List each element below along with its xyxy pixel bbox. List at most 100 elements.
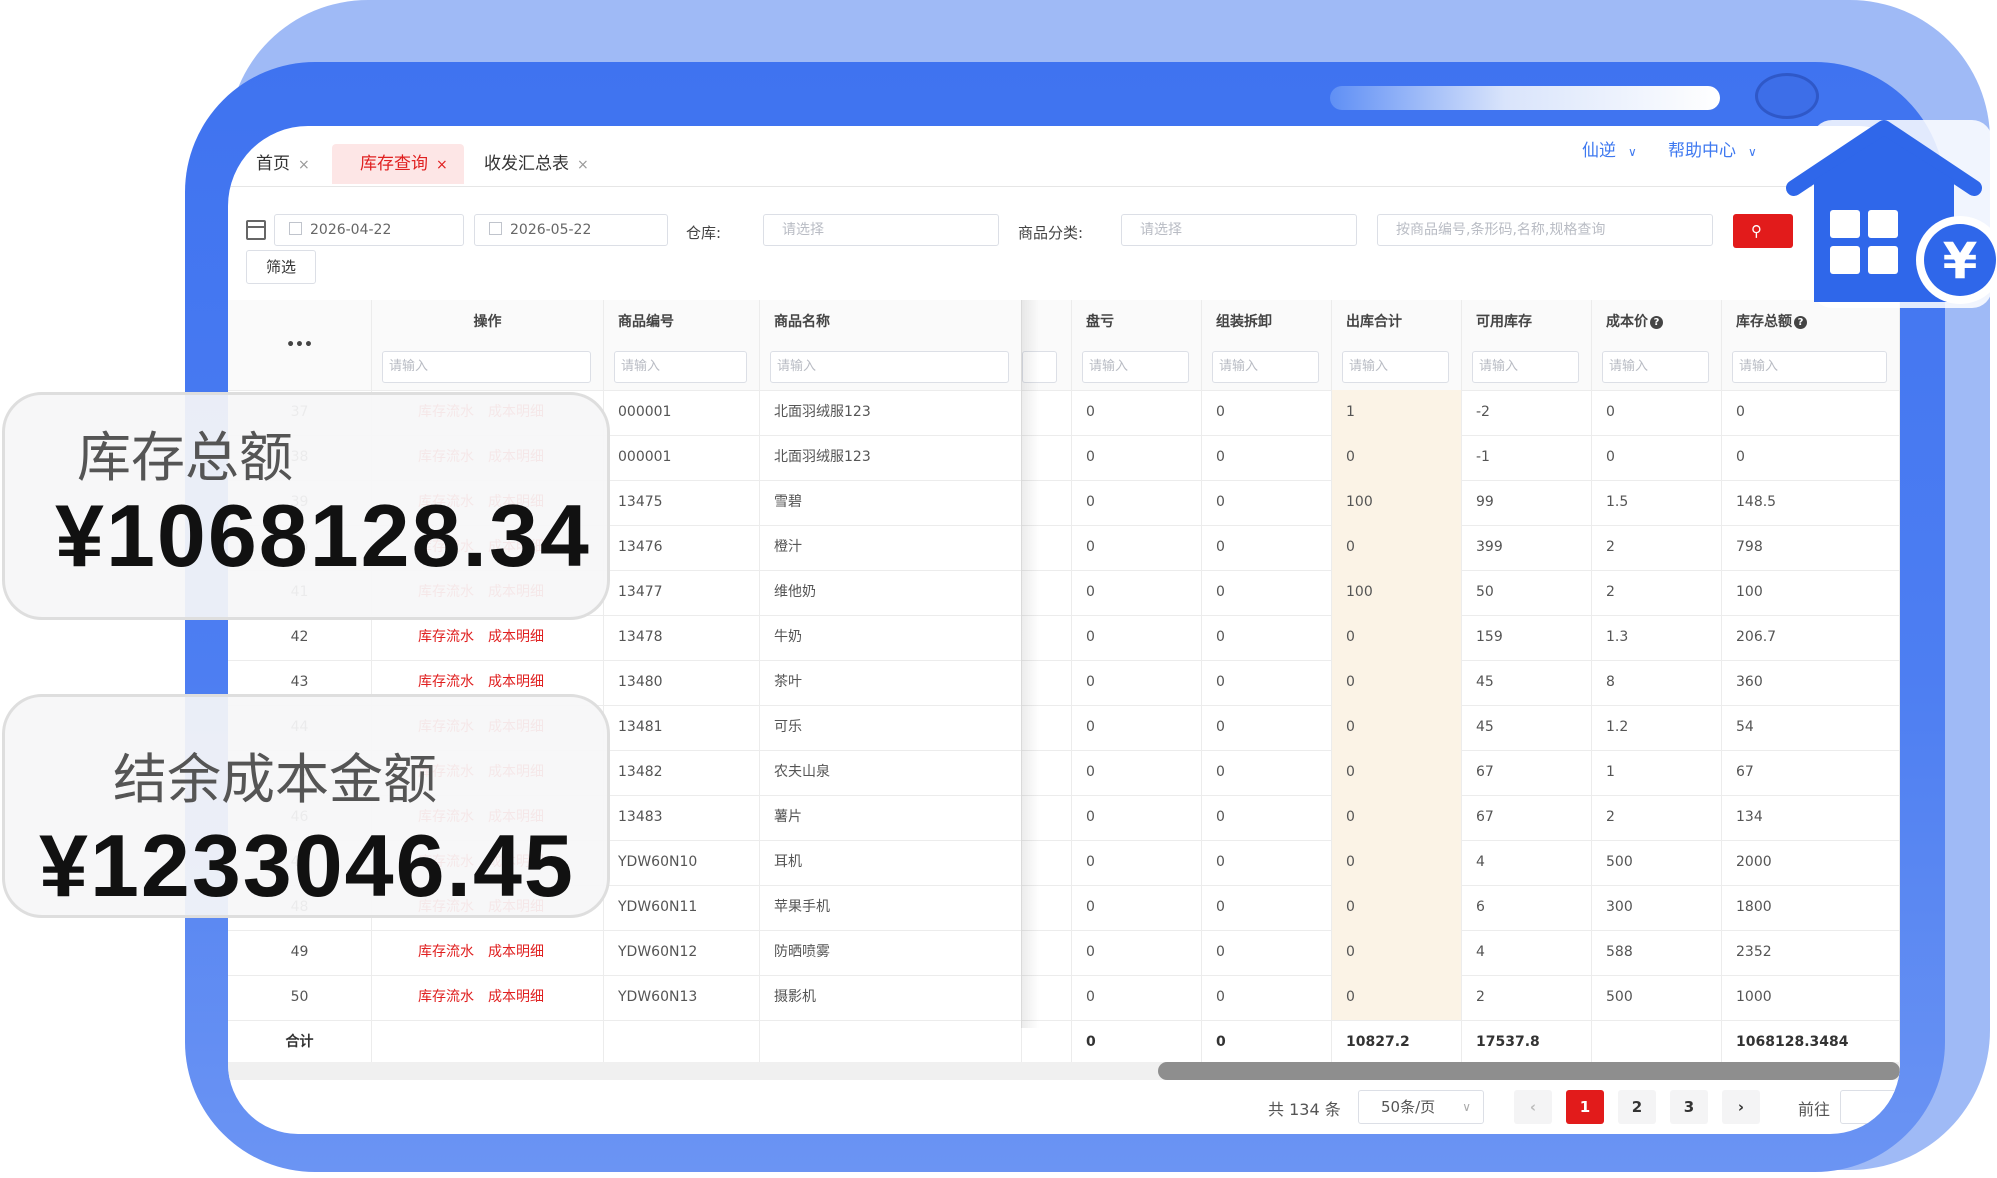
cost-detail-link[interactable]: 成本明细 — [488, 674, 544, 690]
total-cell-assembly: 0 — [1202, 1020, 1332, 1065]
page-1-button[interactable]: 1 — [1566, 1090, 1604, 1124]
goto-page-input[interactable] — [1840, 1090, 1900, 1124]
cell-total_value: 54 — [1722, 705, 1900, 750]
cell-out_total: 100 — [1332, 570, 1462, 615]
calendar-icon[interactable] — [246, 220, 266, 240]
close-icon[interactable]: × — [436, 157, 448, 173]
next-page-button[interactable]: › — [1722, 1090, 1760, 1124]
more-columns-icon[interactable]: ••• — [286, 337, 313, 353]
tab-home[interactable]: 首页 × — [228, 144, 326, 184]
cell-loss: 0 — [1072, 660, 1202, 705]
cell-assembly: 0 — [1202, 525, 1332, 570]
column-filter-cell: 请输入 — [372, 345, 604, 390]
total-cell-op — [372, 1020, 604, 1065]
help-center-menu[interactable]: 帮助中心 ∨ — [1668, 136, 1757, 161]
stock-flow-link[interactable]: 库存流水 — [418, 944, 474, 960]
cell-assembly: 0 — [1202, 615, 1332, 660]
stock-flow-link[interactable]: 库存流水 — [418, 989, 474, 1005]
table-row: 42 库存流水 成本明细 13478 牛奶 0 0 0 159 1.3 206.7 — [228, 615, 1900, 661]
fixed-column-shadow — [1021, 300, 1039, 1028]
cell-loss: 0 — [1072, 480, 1202, 525]
total-cell-idx: 合计 — [228, 1020, 372, 1065]
column-header-label: 商品名称 — [774, 314, 830, 330]
warehouse-label: 仓库: — [686, 224, 722, 242]
cell-name: 牛奶 — [760, 615, 1022, 660]
column-filter-input-total_value[interactable]: 请输入 — [1732, 351, 1887, 383]
date-end-input[interactable]: 2026-05-22 — [474, 214, 668, 246]
cell-cost: 2 — [1592, 570, 1722, 615]
cell-assembly: 0 — [1202, 480, 1332, 525]
column-filter-input-cost[interactable]: 请输入 — [1602, 351, 1709, 383]
stock-flow-link[interactable]: 库存流水 — [418, 629, 474, 645]
cell-code: 13475 — [604, 480, 760, 525]
cell-code: YDW60N11 — [604, 885, 760, 930]
column-header-assembly: 组装拆卸 — [1202, 300, 1332, 345]
device-top-bar — [1330, 86, 1720, 110]
filter-button[interactable]: 筛选 — [246, 250, 316, 284]
cell-total_value: 206.7 — [1722, 615, 1900, 660]
column-filter-input-loss[interactable]: 请输入 — [1082, 351, 1189, 383]
column-filter-input-out_total[interactable]: 请输入 — [1342, 351, 1449, 383]
tab-io-summary[interactable]: 收发汇总表 × — [456, 144, 605, 184]
column-filter-cell: 请输入 — [760, 345, 1022, 390]
goto-label: 前往 — [1798, 1100, 1831, 1119]
cell-total_value: 0 — [1722, 390, 1900, 435]
category-label: 商品分类: — [1018, 224, 1084, 242]
cell-available: 99 — [1462, 480, 1592, 525]
page-size-select[interactable]: 50条/页 ∨ — [1358, 1090, 1484, 1124]
cell-cost: 0 — [1592, 435, 1722, 480]
total-cell-loss: 0 — [1072, 1020, 1202, 1065]
cell-cost: 8 — [1592, 660, 1722, 705]
user-menu[interactable]: 仙逆 ∨ — [1582, 136, 1637, 161]
column-filter-cell: 请输入 — [1072, 345, 1202, 390]
total-cell-name — [760, 1020, 1022, 1065]
cell-cost: 1 — [1592, 750, 1722, 795]
cell-code: 13478 — [604, 615, 760, 660]
cell-available: 45 — [1462, 705, 1592, 750]
column-filter-input-name[interactable]: 请输入 — [770, 351, 1009, 383]
page-3-button[interactable]: 3 — [1670, 1090, 1708, 1124]
cost-detail-link[interactable]: 成本明细 — [488, 989, 544, 1005]
column-header-name: 商品名称 — [760, 300, 1022, 345]
page-2-button[interactable]: 2 — [1618, 1090, 1656, 1124]
cost-detail-link[interactable]: 成本明细 — [488, 629, 544, 645]
total-cell-available: 17537.8 — [1462, 1020, 1592, 1065]
tab-label: 库存查询 — [360, 154, 428, 174]
cell-name: 防晒喷雾 — [760, 930, 1022, 975]
cell-available: 4 — [1462, 840, 1592, 885]
cell-code: 000001 — [604, 435, 760, 480]
cell-loss: 0 — [1072, 885, 1202, 930]
cell-name: 农夫山泉 — [760, 750, 1022, 795]
user-name: 仙逆 — [1582, 141, 1616, 161]
remaining-cost-title: 结余成本金额 — [113, 748, 437, 811]
column-header-label: 可用库存 — [1476, 314, 1532, 330]
column-filter-input-code[interactable]: 请输入 — [614, 351, 747, 383]
column-header-available: 可用库存 — [1462, 300, 1592, 345]
keyword-search-input[interactable]: 按商品编号,条形码,名称,规格查询 — [1377, 214, 1713, 246]
close-icon[interactable]: × — [298, 157, 310, 173]
column-filter-cell: 请输入 — [604, 345, 760, 390]
category-select[interactable]: 请选择 — [1121, 214, 1357, 246]
cell-available: 67 — [1462, 795, 1592, 840]
cell-assembly: 0 — [1202, 390, 1332, 435]
column-filter-input-op[interactable]: 请输入 — [382, 351, 591, 383]
column-header-idx: ••• — [228, 300, 372, 390]
warehouse-select[interactable]: 请选择 — [763, 214, 999, 246]
cost-detail-link[interactable]: 成本明细 — [488, 944, 544, 960]
close-icon[interactable]: × — [577, 157, 589, 173]
cell-name: 北面羽绒服123 — [760, 390, 1022, 435]
horizontal-scrollbar-thumb[interactable] — [1158, 1062, 1900, 1080]
cell-code: 000001 — [604, 390, 760, 435]
device-camera — [1755, 73, 1819, 119]
tab-stock-query[interactable]: 库存查询 × — [332, 144, 464, 184]
cell-assembly: 0 — [1202, 975, 1332, 1020]
cell-available: 45 — [1462, 660, 1592, 705]
prev-page-button[interactable]: ‹ — [1514, 1090, 1552, 1124]
stock-total-value: ¥1068128.34 — [55, 486, 591, 585]
column-filter-input-assembly[interactable]: 请输入 — [1212, 351, 1319, 383]
stock-flow-link[interactable]: 库存流水 — [418, 674, 474, 690]
date-start-input[interactable]: 2026-04-22 — [274, 214, 464, 246]
cell-out_total: 0 — [1332, 930, 1462, 975]
column-filter-input-available[interactable]: 请输入 — [1472, 351, 1579, 383]
inventory-house-icon: ¥ — [1786, 120, 1996, 304]
